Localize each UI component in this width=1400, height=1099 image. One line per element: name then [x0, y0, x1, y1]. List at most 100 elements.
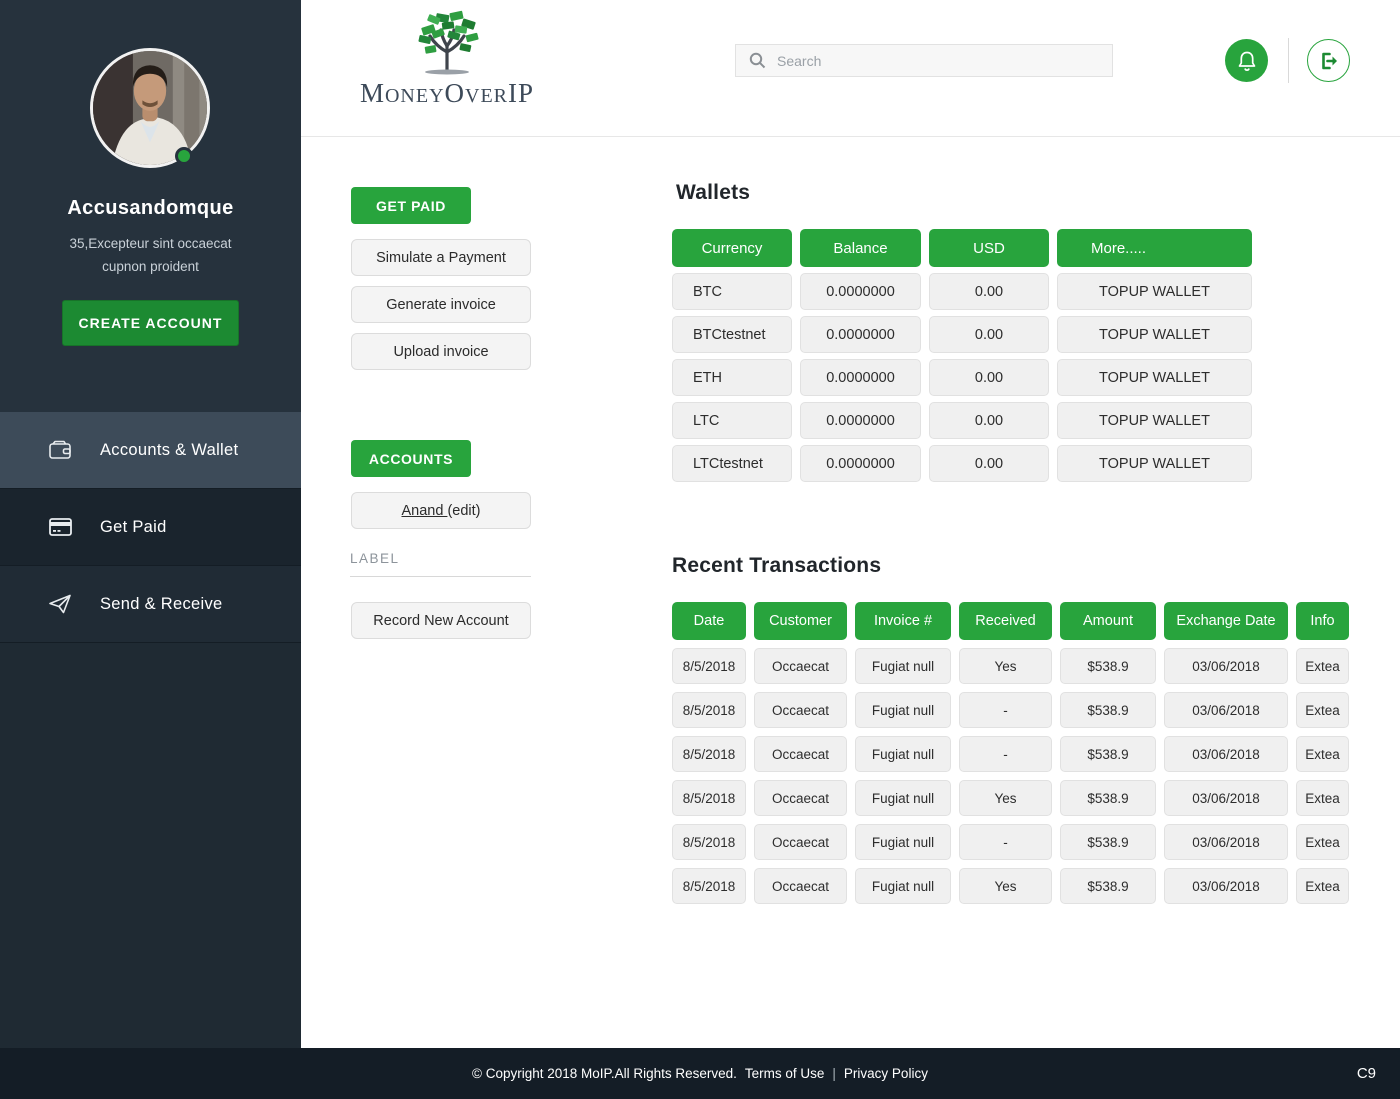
wallet-cell-currency: LTC [672, 402, 792, 439]
transactions-title: Recent Transactions [672, 554, 882, 577]
accounts-button[interactable]: ACCOUNTS [351, 440, 471, 477]
simulate-payment-button[interactable]: Simulate a Payment [351, 239, 531, 276]
logo-part: IP [508, 78, 535, 108]
tx-header-info[interactable]: Info [1296, 602, 1349, 640]
tx-cell-exchange-date: 03/06/2018 [1164, 824, 1288, 860]
sidebar-item-accounts-wallet[interactable]: Accounts & Wallet [0, 412, 301, 489]
tx-cell-date: 8/5/2018 [672, 824, 746, 860]
credit-card-icon [48, 515, 72, 539]
wallet-cell-currency: BTC [672, 273, 792, 310]
header-divider [1288, 38, 1289, 83]
wallet-cell-balance: 0.0000000 [800, 359, 921, 396]
wallet-header-balance[interactable]: Balance [800, 229, 921, 267]
transactions-table: Date Customer Invoice # Received Amount … [672, 602, 1349, 904]
wallet-cell-balance: 0.0000000 [800, 316, 921, 353]
sidebar-item-label: Send & Receive [100, 594, 223, 613]
tx-cell-info: Extea [1296, 648, 1349, 684]
logo-part: O [444, 78, 466, 108]
sidebar-item-send-receive[interactable]: Send & Receive [0, 566, 301, 643]
sidebar-item-label: Get Paid [100, 517, 167, 536]
tx-cell-customer: Occaecat [754, 692, 847, 728]
tx-cell-customer: Occaecat [754, 736, 847, 772]
logo: MONEYOVERIP [357, 8, 537, 109]
wallet-cell-currency: ETH [672, 359, 792, 396]
topup-wallet-button[interactable]: TOPUP WALLET [1057, 445, 1252, 482]
tx-header-invoice[interactable]: Invoice # [855, 602, 951, 640]
logo-part: M [359, 78, 385, 108]
label-caption: LABEL [350, 551, 400, 566]
profile-subtitle: 35,Excepteur sint occaecat cupnon proide… [20, 232, 281, 278]
wallet-header-currency[interactable]: Currency [672, 229, 792, 267]
tx-cell-exchange-date: 03/06/2018 [1164, 780, 1288, 816]
topup-wallet-button[interactable]: TOPUP WALLET [1057, 273, 1252, 310]
notifications-button[interactable] [1225, 39, 1268, 82]
topup-wallet-button[interactable]: TOPUP WALLET [1057, 316, 1252, 353]
tx-cell-invoice: Fugiat null [855, 692, 951, 728]
profile-subtitle-line2: cupnon proident [102, 259, 199, 274]
search-icon [749, 52, 766, 69]
tx-cell-amount: $538.9 [1060, 736, 1156, 772]
tx-cell-date: 8/5/2018 [672, 736, 746, 772]
wallet-cell-balance: 0.0000000 [800, 402, 921, 439]
wallet-cell-currency: BTCtestnet [672, 316, 792, 353]
tx-cell-received: - [959, 692, 1052, 728]
tx-cell-date: 8/5/2018 [672, 692, 746, 728]
footer: © Copyright 2018 MoIP.All Rights Reserve… [0, 1048, 1400, 1099]
wallet-header-usd[interactable]: USD [929, 229, 1049, 267]
get-paid-button[interactable]: GET PAID [351, 187, 471, 224]
topup-wallet-button[interactable]: TOPUP WALLET [1057, 402, 1252, 439]
wallets-table: Currency Balance USD More..... BTC 0.000… [672, 229, 1252, 482]
search-input[interactable] [777, 52, 1112, 69]
avatar-portrait [93, 51, 207, 165]
logout-icon [1321, 52, 1337, 69]
footer-copyright: © Copyright 2018 MoIP.All Rights Reserve… [472, 1066, 737, 1081]
account-edit-button[interactable]: Anand (edit) [351, 492, 531, 529]
logo-part: VER [465, 85, 509, 107]
tx-header-date[interactable]: Date [672, 602, 746, 640]
logo-part: ONEY [384, 85, 445, 107]
wallet-cell-usd: 0.00 [929, 445, 1049, 482]
logout-button[interactable] [1307, 39, 1350, 82]
top-header: MONEYOVERIP [301, 0, 1400, 137]
tx-cell-customer: Occaecat [754, 824, 847, 860]
wallet-header-more[interactable]: More..... [1057, 229, 1252, 267]
tx-cell-date: 8/5/2018 [672, 868, 746, 904]
tx-cell-amount: $538.9 [1060, 868, 1156, 904]
tx-cell-exchange-date: 03/06/2018 [1164, 736, 1288, 772]
tx-cell-invoice: Fugiat null [855, 824, 951, 860]
sidebar-item-label: Accounts & Wallet [100, 440, 239, 459]
money-tree-icon [418, 10, 479, 75]
create-account-button[interactable]: CREATE ACCOUNT [62, 300, 239, 346]
tx-cell-info: Extea [1296, 692, 1349, 728]
profile-subtitle-line1: 35,Excepteur sint occaecat [69, 236, 232, 251]
generate-invoice-button[interactable]: Generate invoice [351, 286, 531, 323]
wallet-cell-balance: 0.0000000 [800, 445, 921, 482]
terms-of-use-link[interactable]: Terms of Use [745, 1066, 825, 1081]
tx-header-amount[interactable]: Amount [1060, 602, 1156, 640]
wallet-cell-usd: 0.00 [929, 402, 1049, 439]
sidebar-item-get-paid[interactable]: Get Paid [0, 489, 301, 566]
upload-invoice-button[interactable]: Upload invoice [351, 333, 531, 370]
tx-cell-exchange-date: 03/06/2018 [1164, 692, 1288, 728]
topup-wallet-button[interactable]: TOPUP WALLET [1057, 359, 1252, 396]
account-edit-label: (edit) [447, 502, 481, 519]
avatar [90, 48, 210, 168]
tx-header-exchange-date[interactable]: Exchange Date [1164, 602, 1288, 640]
sidebar-nav: Accounts & Wallet Get Paid Send & Receiv… [0, 412, 301, 643]
tx-cell-invoice: Fugiat null [855, 868, 951, 904]
privacy-policy-link[interactable]: Privacy Policy [844, 1066, 928, 1081]
tx-header-customer[interactable]: Customer [754, 602, 847, 640]
tx-cell-amount: $538.9 [1060, 648, 1156, 684]
tx-cell-amount: $538.9 [1060, 824, 1156, 860]
wallet-cell-usd: 0.00 [929, 359, 1049, 396]
logo-text: MONEYOVERIP [357, 78, 537, 109]
tx-cell-info: Extea [1296, 824, 1349, 860]
bell-icon [1238, 51, 1255, 71]
tx-cell-received: - [959, 736, 1052, 772]
record-new-account-button[interactable]: Record New Account [351, 602, 531, 639]
tx-cell-invoice: Fugiat null [855, 736, 951, 772]
footer-version: C9 [1356, 1065, 1376, 1082]
tx-header-received[interactable]: Received [959, 602, 1052, 640]
tx-cell-exchange-date: 03/06/2018 [1164, 648, 1288, 684]
tx-cell-received: - [959, 824, 1052, 860]
